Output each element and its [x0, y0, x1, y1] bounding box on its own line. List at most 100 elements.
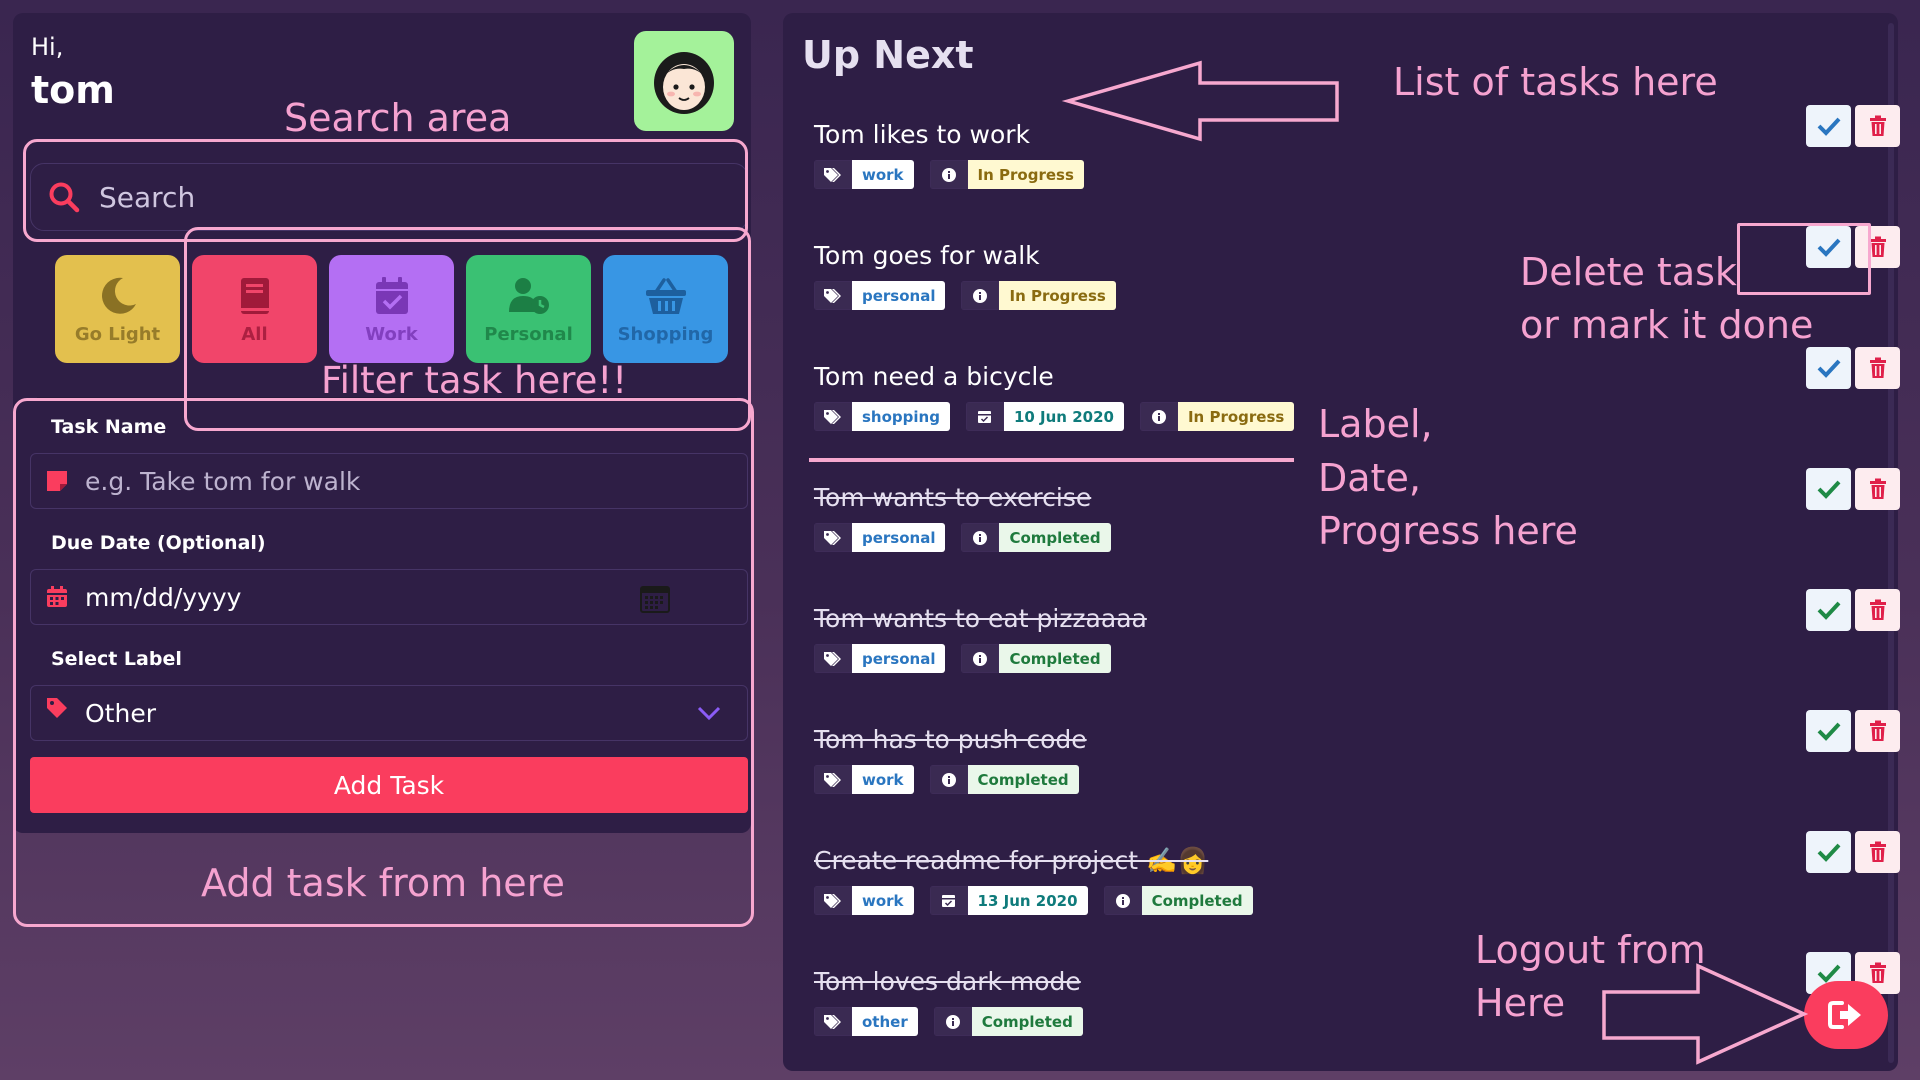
label-tag[interactable]: work [814, 765, 914, 794]
task-tags: work 13 Jun 2020 Completed [814, 886, 1253, 915]
annotation-list: List of tasks here [1393, 60, 1718, 104]
check-icon [1817, 722, 1840, 741]
delete-task-button[interactable] [1855, 105, 1900, 147]
avatar[interactable] [634, 31, 734, 131]
task-title: Tom need a bicycle [814, 362, 1054, 391]
tag-icon [814, 644, 852, 673]
trash-icon [1869, 236, 1886, 257]
check-icon [1817, 843, 1840, 862]
delete-task-button[interactable] [1855, 831, 1900, 873]
label-tag[interactable]: personal [814, 523, 946, 552]
info-icon [929, 160, 968, 189]
delete-task-button[interactable] [1855, 710, 1900, 752]
task-title: Create readme for project ✍️👩 [814, 846, 1209, 875]
info-icon [961, 523, 1000, 552]
annotation-label-2: Date, [1318, 456, 1421, 500]
status-badge: Completed [961, 523, 1111, 552]
task-row: Tom wants to eat pizzaaaa personal Complet… [814, 589, 1900, 704]
label-tag-value: personal [852, 281, 946, 310]
task-tags: personal In Progress [814, 281, 1116, 310]
date-tag-value: 13 Jun 2020 [967, 886, 1088, 915]
annotation-add-box [13, 398, 754, 927]
task-tags: work In Progress [814, 160, 1084, 189]
annotation-list-arrow-icon [1061, 60, 1339, 142]
label-tag-value: other [852, 1007, 918, 1036]
status-badge: Completed [961, 644, 1111, 673]
annotation-delete-1: Delete task [1520, 250, 1737, 294]
label-tag[interactable]: personal [814, 644, 946, 673]
label-tag-value: personal [852, 523, 946, 552]
task-actions [1806, 468, 1900, 510]
label-tag[interactable]: other [814, 1007, 918, 1036]
logout-icon [1828, 1001, 1861, 1029]
check-icon [1817, 359, 1840, 378]
calendar-check-icon [965, 402, 1004, 431]
task-tags: shopping 10 Jun 2020 In Progress [814, 402, 1295, 431]
filter-label: Go Light [74, 323, 161, 345]
status-badge: In Progress [929, 160, 1084, 189]
task-actions [1806, 347, 1900, 389]
annotation-add-task: Add task from here [201, 861, 565, 905]
status-badge-value: In Progress [967, 160, 1084, 189]
status-badge: Completed [1103, 886, 1253, 915]
trash-icon [1869, 720, 1886, 741]
annotation-delete-2: or mark it done [1520, 303, 1814, 347]
task-tags: work Completed [814, 765, 1079, 794]
mark-done-button[interactable] [1806, 710, 1851, 752]
logout-button[interactable] [1804, 981, 1888, 1049]
label-tag-value: personal [852, 644, 946, 673]
mark-done-button[interactable] [1806, 105, 1851, 147]
task-row: Tom has to push code work Completed [814, 710, 1900, 825]
tag-icon [814, 523, 852, 552]
avatar-girl-icon [654, 52, 714, 114]
trash-icon [1869, 115, 1886, 136]
mark-done-button[interactable] [1806, 468, 1851, 510]
task-actions [1806, 831, 1900, 873]
annotation-filter: Filter task here!! [321, 359, 628, 402]
task-row: Create readme for project ✍️👩 work 13 Jun … [814, 831, 1900, 946]
annotation-underline [809, 458, 1294, 462]
calendar-check-icon [929, 886, 968, 915]
label-tag[interactable]: work [814, 886, 914, 915]
filter-go-light[interactable]: Go Light [55, 255, 180, 363]
task-actions [1806, 105, 1900, 147]
task-actions [1806, 710, 1900, 752]
page-title: Up Next [802, 33, 974, 77]
status-badge: Completed [933, 1007, 1083, 1036]
trash-icon [1869, 599, 1886, 620]
check-icon [1817, 117, 1840, 136]
label-tag[interactable]: work [814, 160, 914, 189]
delete-task-button[interactable] [1855, 347, 1900, 389]
info-icon [1103, 886, 1142, 915]
annotation-search-area: Search area [284, 96, 512, 140]
label-tag-value: shopping [852, 402, 950, 431]
task-tags: personal Completed [814, 644, 1111, 673]
status-badge: In Progress [961, 281, 1116, 310]
delete-task-button[interactable] [1855, 468, 1900, 510]
delete-task-button[interactable] [1855, 589, 1900, 631]
mark-done-button[interactable] [1806, 831, 1851, 873]
trash-icon [1869, 841, 1886, 862]
tag-icon [814, 402, 852, 431]
tag-icon [814, 886, 852, 915]
info-icon [961, 281, 1000, 310]
mark-done-button[interactable] [1806, 589, 1851, 631]
username: tom [31, 68, 115, 112]
task-title: Tom likes to work [814, 120, 1030, 149]
info-icon [1139, 402, 1178, 431]
scrollbar[interactable] [1888, 23, 1894, 1063]
label-tag[interactable]: shopping [814, 402, 950, 431]
date-tag-value: 10 Jun 2020 [1003, 402, 1124, 431]
status-badge-value: Completed [999, 523, 1111, 552]
trash-icon [1869, 478, 1886, 499]
mark-done-button[interactable] [1806, 347, 1851, 389]
tag-icon [814, 281, 852, 310]
annotation-logout-arrow-icon [1602, 963, 1809, 1065]
label-tag-value: work [852, 765, 914, 794]
label-tag[interactable]: personal [814, 281, 946, 310]
trash-icon [1869, 962, 1886, 983]
task-title: Tom has to push code [814, 725, 1087, 754]
annotation-actions-box [1737, 223, 1871, 295]
tag-icon [814, 765, 852, 794]
annotation-label-3: Progress here [1318, 509, 1578, 553]
